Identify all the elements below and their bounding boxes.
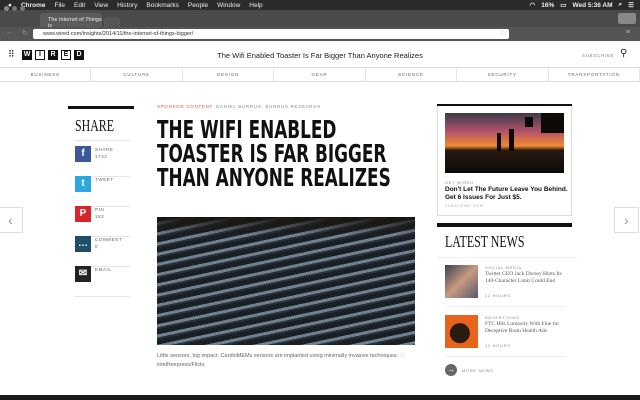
author-byline[interactable]: DANIEL BURRUS, BURRUS RESEARCH: [216, 104, 321, 109]
share-label: SHARE: [95, 147, 114, 152]
menu-bookmarks[interactable]: Bookmarks: [146, 2, 179, 9]
share-count: 0: [95, 243, 99, 249]
latest-divider: [437, 223, 572, 227]
news-category[interactable]: SOCIAL MEDIA: [485, 265, 522, 270]
article-image: [157, 217, 415, 345]
menu-file[interactable]: File: [55, 2, 65, 9]
search-icon[interactable]: ⚲: [620, 48, 627, 59]
chrome-menu-icon[interactable]: ≡: [626, 29, 630, 36]
share-text: TWEET: [95, 176, 114, 206]
subscribe-link[interactable]: SUBSCRIBE: [582, 53, 614, 58]
share-divider: [68, 106, 134, 109]
divider: [445, 306, 565, 307]
sponsor-kicker[interactable]: SPONSOR CONTENT: [157, 104, 213, 109]
share-label: EMAIL: [95, 267, 112, 272]
share-label: TWEET: [95, 177, 114, 182]
section-nav: BUSINESS CULTURE DESIGN GEAR SCIENCE SEC…: [0, 68, 640, 82]
spotlight-icon[interactable]: ⌕: [619, 1, 623, 9]
share-label: COMMENT: [95, 237, 123, 242]
menu-window[interactable]: Window: [217, 2, 240, 9]
divider: [437, 257, 577, 258]
divider: [445, 356, 565, 357]
next-article-arrow[interactable]: ›: [614, 207, 639, 233]
news-headline[interactable]: FTC Hits Lumosity With Fine for Deceptiv…: [485, 321, 565, 335]
menu-people[interactable]: People: [188, 2, 208, 9]
share-item-comment[interactable]: … COMMENT 0: [75, 236, 130, 267]
nav-transportation[interactable]: TRANSPORTATION: [549, 68, 640, 81]
image-caption: Little sensors, big impact: CardioMEMs s…: [157, 352, 417, 370]
nav-security[interactable]: SECURITY: [457, 68, 549, 81]
promo-image: [445, 113, 564, 173]
share-item-tweet[interactable]: t TWEET: [75, 176, 130, 207]
close-window-button[interactable]: [4, 6, 9, 11]
news-time: 12 HOURS: [485, 293, 511, 298]
browser-tab[interactable]: The Internet of Things is: [40, 13, 102, 29]
more-news-link[interactable]: MORE NEWS: [462, 368, 493, 373]
profile-button[interactable]: [618, 13, 636, 24]
caption-text: Little sensors, big impact: CardioMEMs s…: [157, 353, 399, 359]
prev-article-arrow[interactable]: ‹: [0, 207, 23, 233]
divider: [75, 140, 130, 141]
share-count: 182: [95, 213, 105, 219]
email-icon: ✉: [75, 266, 91, 282]
notification-center-icon[interactable]: ☰: [628, 1, 634, 9]
minimize-window-button[interactable]: [12, 6, 17, 11]
zoom-window-button[interactable]: [20, 6, 25, 11]
facebook-icon: f: [75, 146, 91, 162]
share-text: EMAIL: [95, 266, 112, 296]
promo-kicker: GET WIRED: [445, 180, 474, 185]
latest-news-heading: LATEST NEWS: [445, 232, 525, 251]
photo-credit[interactable]: intelfreepress/Flickr: [157, 362, 205, 368]
new-tab-button[interactable]: [104, 17, 120, 27]
share-heading: SHARE: [75, 116, 115, 135]
share-text: SHARE 1742: [95, 146, 114, 176]
promo-text[interactable]: Don't Let The Future Leave You Behind. G…: [445, 186, 569, 202]
clock[interactable]: Wed 5:36 AM: [572, 2, 612, 9]
share-label: PIN: [95, 207, 105, 212]
bottom-edge: [0, 395, 640, 400]
nav-business[interactable]: BUSINESS: [0, 68, 92, 81]
wifi-icon[interactable]: ◠: [530, 1, 536, 9]
menu-help[interactable]: Help: [249, 2, 262, 9]
share-text: COMMENT 0: [95, 236, 122, 266]
menu-edit[interactable]: Edit: [74, 2, 85, 9]
menu-view[interactable]: View: [94, 2, 108, 9]
share-text: PIN 182: [95, 206, 104, 236]
share-item-share[interactable]: f SHARE 1742: [75, 146, 130, 177]
news-thumbnail[interactable]: [445, 315, 478, 348]
address-bar[interactable]: www.wired.com/insights/2014/11/the-inter…: [33, 29, 509, 39]
battery-percent: 16%: [541, 1, 555, 9]
back-button[interactable]: ←: [6, 29, 13, 36]
comment-icon: …: [75, 236, 91, 252]
battery-icon[interactable]: ▭: [560, 1, 566, 9]
reload-button[interactable]: ↻: [22, 29, 28, 37]
share-item-pin[interactable]: P PIN 182: [75, 206, 130, 237]
share-item-email[interactable]: ✉ EMAIL: [75, 266, 130, 297]
news-time: 12 HOURS: [485, 343, 511, 348]
nav-culture[interactable]: CULTURE: [91, 68, 183, 81]
header-article-title: The Wifi Enabled Toaster Is Far Bigger T…: [217, 51, 423, 60]
os-menubar: ● Chrome File Edit View History Bookmark…: [0, 0, 640, 10]
menu-history[interactable]: History: [117, 2, 137, 9]
nav-design[interactable]: DESIGN: [183, 68, 275, 81]
news-headline[interactable]: Twitter CEO Jack Dorsey Hints Its 140-Ch…: [485, 271, 565, 285]
article-title: THE WIFI ENABLED TOASTER IS FAR BIGGER T…: [157, 115, 391, 192]
twitter-icon: t: [75, 176, 91, 192]
news-thumbnail[interactable]: [445, 265, 478, 298]
bookmark-star-icon[interactable]: ☆: [500, 29, 506, 37]
news-category[interactable]: ADVERTISING: [485, 315, 520, 320]
creative-commons-icon: ⓒ: [399, 353, 406, 359]
promo-subscribe-link[interactable]: SUBSCRIBE NOW: [445, 204, 484, 208]
nav-science[interactable]: SCIENCE: [366, 68, 458, 81]
nav-gear[interactable]: GEAR: [274, 68, 366, 81]
pinterest-icon: P: [75, 206, 91, 222]
share-count: 1742: [95, 153, 108, 159]
arrow-right-icon[interactable]: →: [445, 364, 457, 376]
